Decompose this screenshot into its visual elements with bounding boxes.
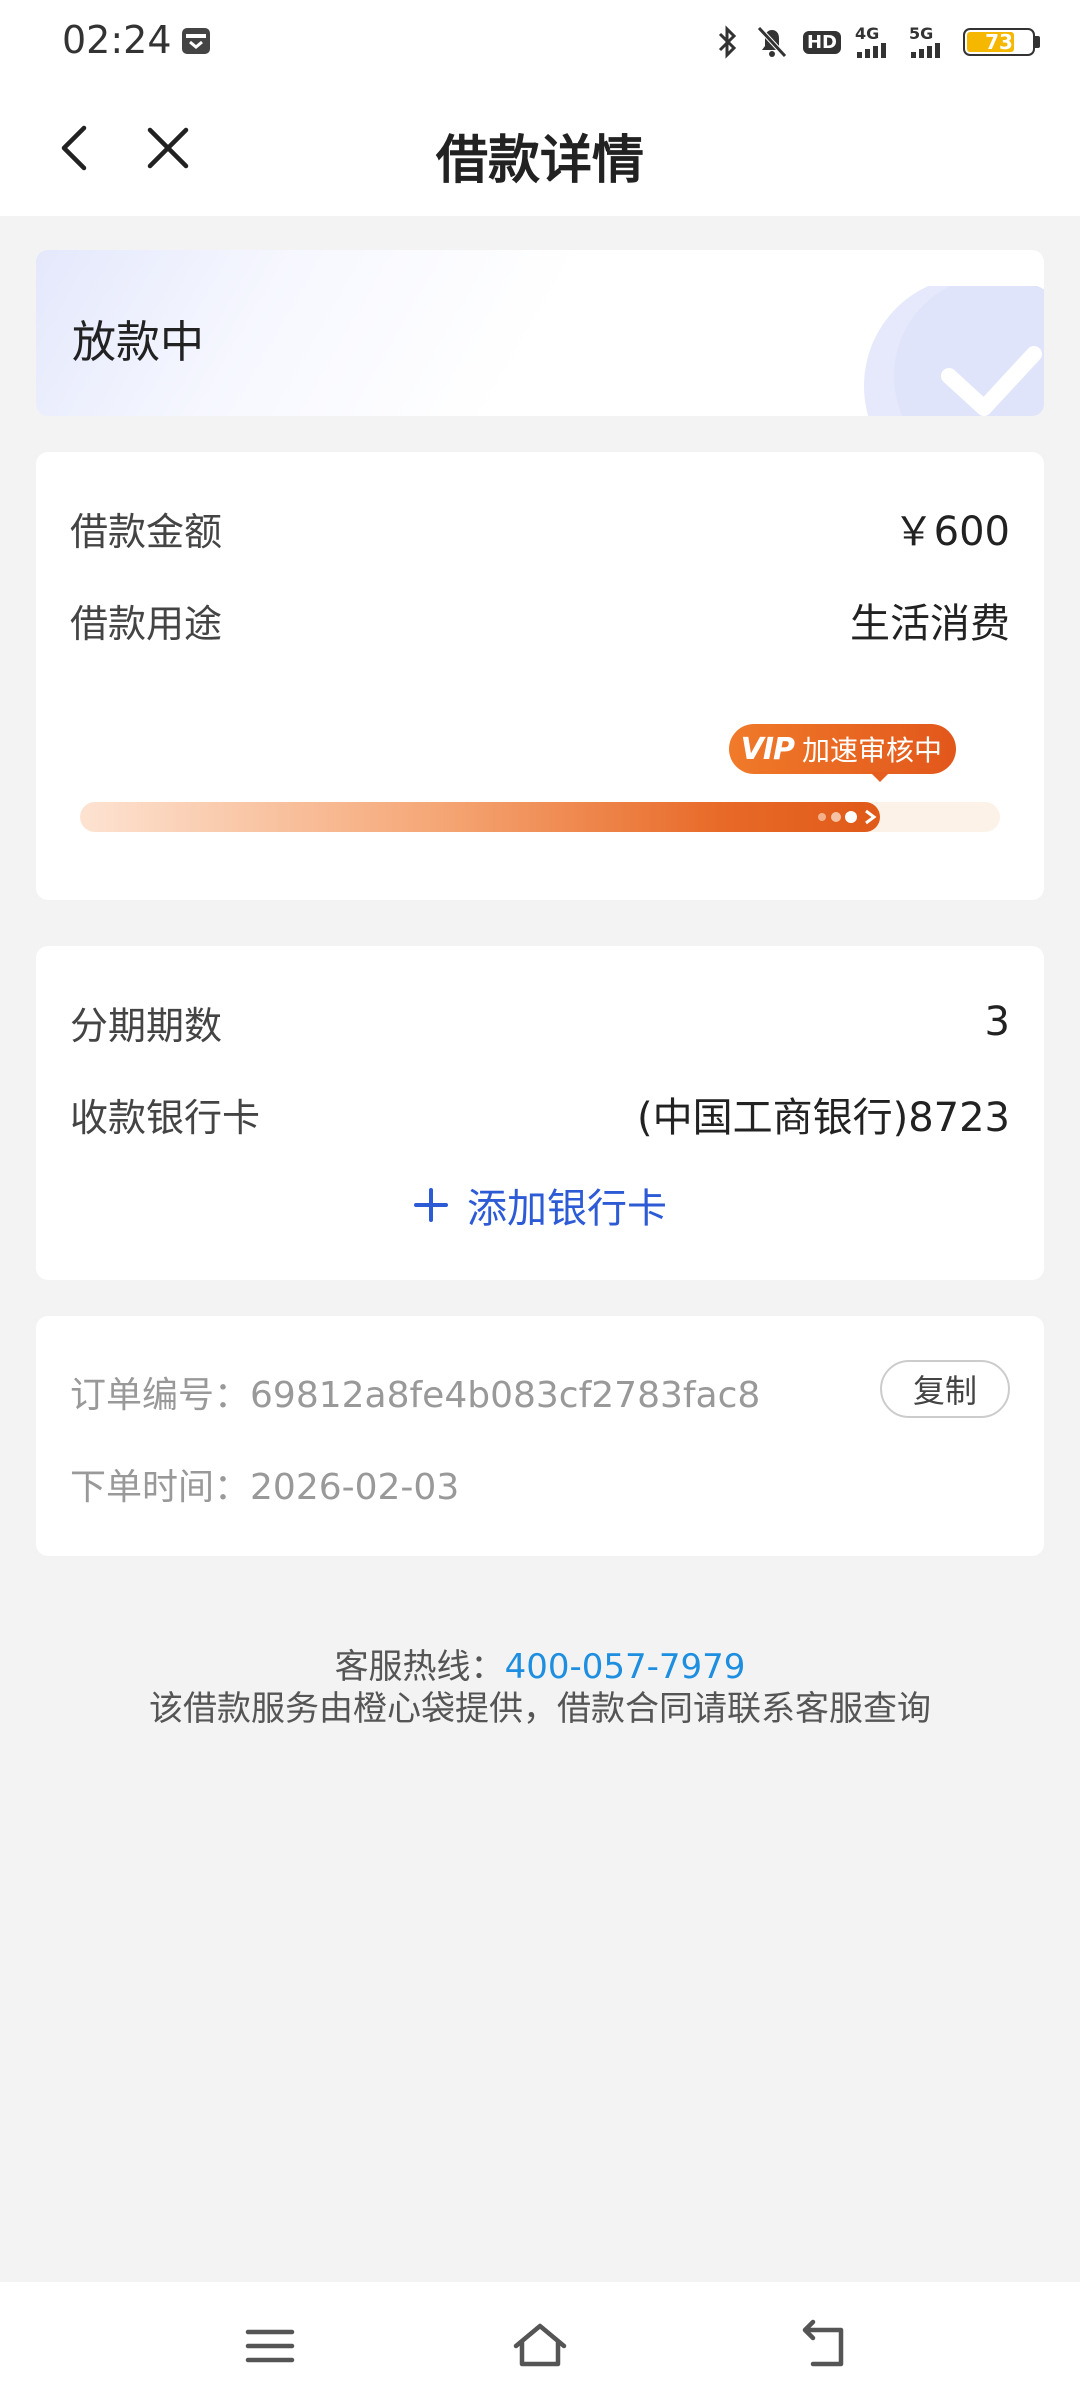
service-note: 该借款服务由橙心袋提供，借款合同请联系客服查询	[149, 1689, 931, 1729]
bluetooth-icon	[718, 25, 737, 59]
home-icon[interactable]	[510, 2318, 570, 2374]
loan-info-card: 借款金额 ￥600 借款用途 生活消费 VIP 加速审核中	[36, 452, 1044, 900]
installments-row: 分期期数 3	[70, 992, 1010, 1052]
rocket-icon	[818, 804, 880, 830]
bank-card-value: (中国工商银行)8723	[636, 1095, 1010, 1141]
loan-amount-row: 借款金额 ￥600	[70, 498, 1010, 558]
system-nav-bar	[0, 2282, 1080, 2408]
mute-bell-icon	[757, 26, 787, 58]
loan-amount-label: 借款金额	[70, 509, 223, 554]
header: 借款详情	[0, 84, 1080, 216]
order-number-label: 订单编号：	[70, 1375, 251, 1416]
order-number-value: 69812a8fe4b083cf2783fac8	[250, 1375, 761, 1416]
add-bank-card-button[interactable]: 添加银行卡	[36, 1170, 1044, 1240]
order-time-row: 下单时间：2026-02-03	[70, 1458, 459, 1510]
back-nav-icon[interactable]	[795, 2318, 855, 2374]
order-time-label: 下单时间：	[70, 1467, 251, 1508]
hotline-number-link[interactable]: 400-057-7979	[505, 1647, 746, 1687]
hotline-label: 客服热线：	[334, 1647, 505, 1687]
signal-bars-icon	[857, 43, 886, 58]
bank-card-label: 收款银行卡	[70, 1095, 261, 1140]
installments-value: 3	[984, 999, 1010, 1045]
installments-label: 分期期数	[70, 1003, 223, 1048]
order-info-card: 订单编号：69812a8fe4b083cf2783fac8 复制 下单时间：20…	[36, 1316, 1044, 1556]
copy-button[interactable]: 复制	[880, 1360, 1010, 1418]
hd-badge: HD	[802, 30, 841, 54]
vip-review-badge: VIP 加速审核中	[728, 724, 956, 774]
vip-label: VIP	[740, 731, 795, 767]
status-time: 02:24	[62, 18, 172, 62]
loan-status-card: 放款中	[36, 250, 1044, 416]
vip-status-text: 加速审核中	[801, 734, 942, 767]
loan-purpose-value: 生活消费	[850, 601, 1010, 647]
plus-icon	[414, 1188, 448, 1222]
order-number-row: 订单编号：69812a8fe4b083cf2783fac8	[70, 1366, 760, 1418]
loan-purpose-row: 借款用途 生活消费	[70, 590, 1010, 650]
hotline-line: 客服热线：400-057-7979	[0, 1646, 1080, 1688]
battery-percent: 73	[985, 30, 1013, 54]
signal-bars-icon	[911, 43, 940, 58]
battery-icon: 73	[963, 28, 1040, 56]
order-time-value: 2026-02-03	[250, 1467, 460, 1508]
network-5g-icon: 5G	[909, 26, 949, 58]
review-progress: VIP 加速审核中	[80, 724, 1000, 834]
loan-purpose-label: 借款用途	[70, 601, 223, 646]
add-bank-card-label: 添加银行卡	[467, 1186, 667, 1232]
progress-fill	[80, 802, 880, 832]
loan-amount-value: ￥600	[893, 509, 1010, 555]
bank-info-card: 分期期数 3 收款银行卡 (中国工商银行)8723 添加银行卡	[36, 946, 1044, 1280]
calendar-notification-icon	[182, 28, 210, 54]
bank-card-row: 收款银行卡 (中国工商银行)8723	[70, 1084, 1010, 1144]
status-bar: 02:24 HD 4G 5G 73	[0, 0, 1080, 84]
status-icons: HD 4G 5G 73	[715, 22, 1040, 62]
loan-status-label: 放款中	[72, 317, 204, 368]
network-4g-icon: 4G	[855, 26, 895, 58]
checkmark-badge-icon	[864, 286, 1044, 416]
menu-icon[interactable]	[240, 2318, 300, 2374]
footer: 客服热线：400-057-7979 该借款服务由橙心袋提供，借款合同请联系客服查…	[0, 1646, 1080, 1730]
page-title: 借款详情	[435, 131, 644, 191]
